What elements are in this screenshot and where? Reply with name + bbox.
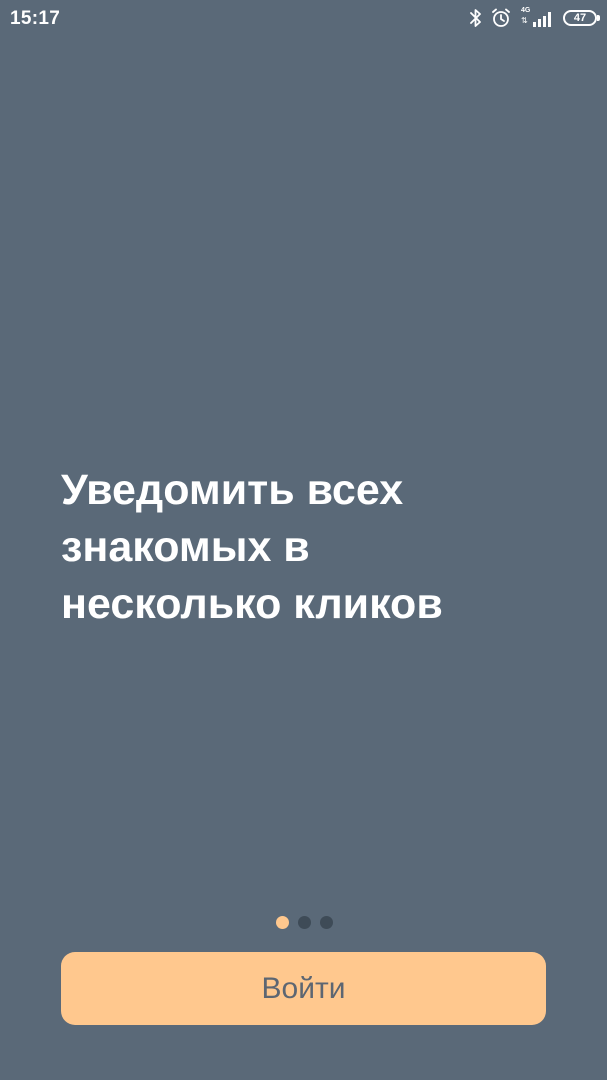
page-dot-2[interactable]	[298, 916, 311, 929]
signal-icon: 4G ⇅	[520, 7, 554, 29]
headline-line: несколько кликов	[61, 580, 443, 628]
battery-level: 47	[573, 11, 587, 24]
data-arrows-icon: ⇅	[521, 16, 528, 25]
headline-line: знакомых в	[61, 523, 310, 571]
network-type-label: 4G	[521, 7, 531, 14]
status-icons: 4G ⇅ 47	[470, 7, 600, 29]
page-dot-3[interactable]	[320, 916, 333, 929]
onboarding-headline: Уведомить всех знакомых в несколько клик…	[61, 462, 561, 633]
status-bar: 15:17 4G ⇅ 47	[0, 0, 607, 38]
headline-line: Уведомить всех	[61, 466, 404, 514]
page-dot-1[interactable]	[276, 916, 289, 929]
bluetooth-icon	[470, 8, 482, 28]
login-button[interactable]: Войти	[61, 952, 546, 1025]
battery-tip	[597, 15, 600, 21]
alarm-icon	[491, 8, 511, 28]
page-indicator	[276, 916, 333, 929]
battery-icon: 47	[563, 10, 600, 26]
status-time: 15:17	[10, 8, 61, 29]
